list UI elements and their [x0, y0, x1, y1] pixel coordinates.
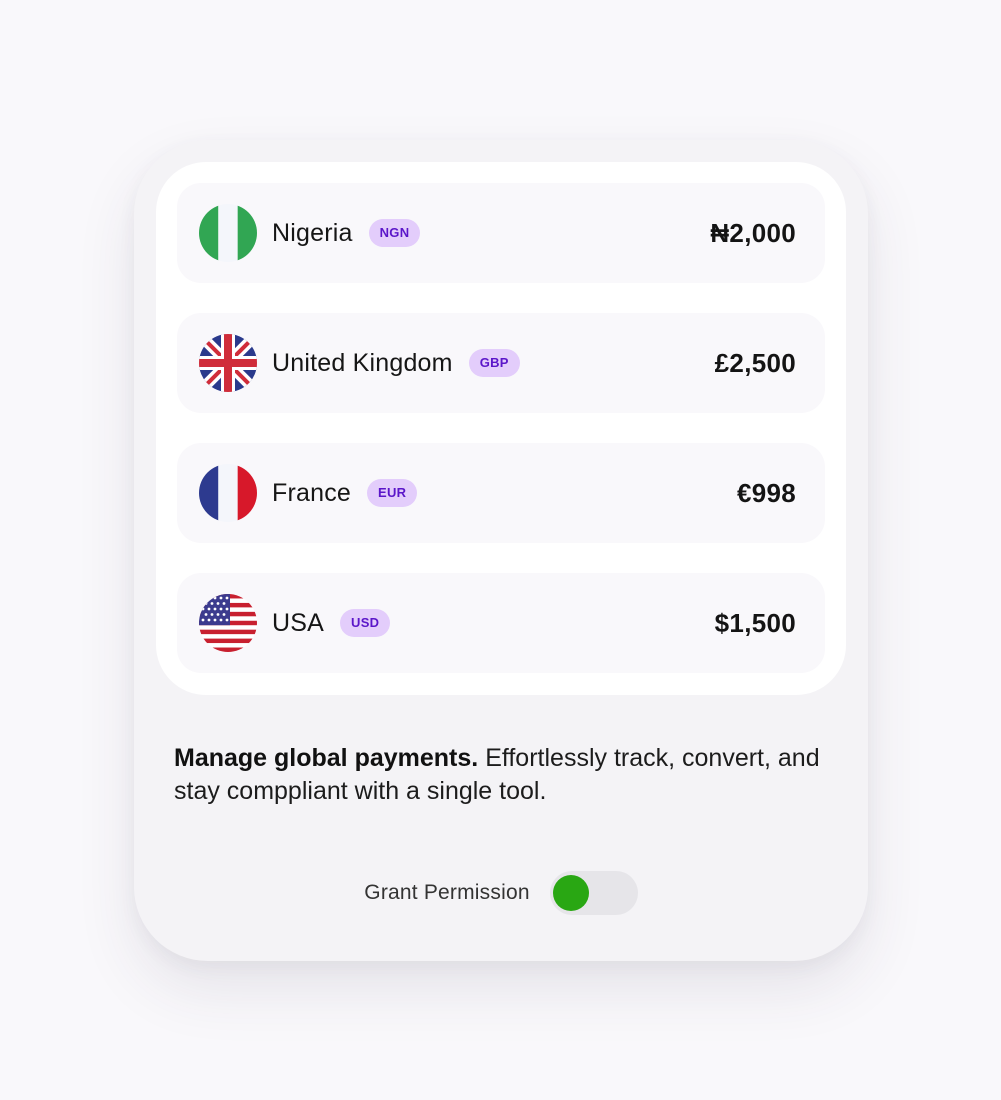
france-flag-icon: [199, 464, 257, 522]
currency-amount: ₦2,000: [710, 217, 796, 248]
toggle-knob[interactable]: [552, 875, 589, 911]
currency-code-badge: EUR: [367, 479, 418, 507]
currency-amount: €998: [736, 477, 796, 508]
permission-control: Grant Permission: [134, 871, 868, 915]
uk-flag-icon: [199, 334, 257, 392]
grant-permission-toggle[interactable]: [549, 871, 638, 915]
usa-flag-icon: [199, 594, 257, 652]
country-name: France: [272, 478, 352, 507]
currency-amount: $1,500: [714, 607, 796, 638]
payments-card: Nigeria NGN ₦2,000 United Kingdom GBP £2…: [134, 140, 868, 961]
country-name: Nigeria: [272, 218, 353, 247]
currency-amount: £2,500: [714, 347, 796, 378]
nigeria-flag-icon: [199, 204, 257, 262]
currency-code-badge: GBP: [468, 349, 520, 377]
currency-code-badge: USD: [340, 609, 391, 637]
currency-row-usa[interactable]: USA USD $1,500: [177, 573, 825, 673]
currency-row-united-kingdom[interactable]: United Kingdom GBP £2,500: [177, 313, 825, 413]
grant-permission-label: Grant Permission: [364, 881, 530, 904]
description-text: Manage global payments. Effortlessly tra…: [174, 742, 834, 808]
country-name: USA: [272, 608, 325, 637]
currency-row-france[interactable]: France EUR €998: [177, 443, 825, 543]
country-name: United Kingdom: [272, 348, 453, 377]
currency-code-badge: NGN: [368, 219, 421, 247]
description-headline: Manage global payments.: [174, 744, 479, 772]
currency-list: Nigeria NGN ₦2,000 United Kingdom GBP £2…: [156, 162, 846, 695]
currency-row-nigeria[interactable]: Nigeria NGN ₦2,000: [177, 183, 825, 283]
